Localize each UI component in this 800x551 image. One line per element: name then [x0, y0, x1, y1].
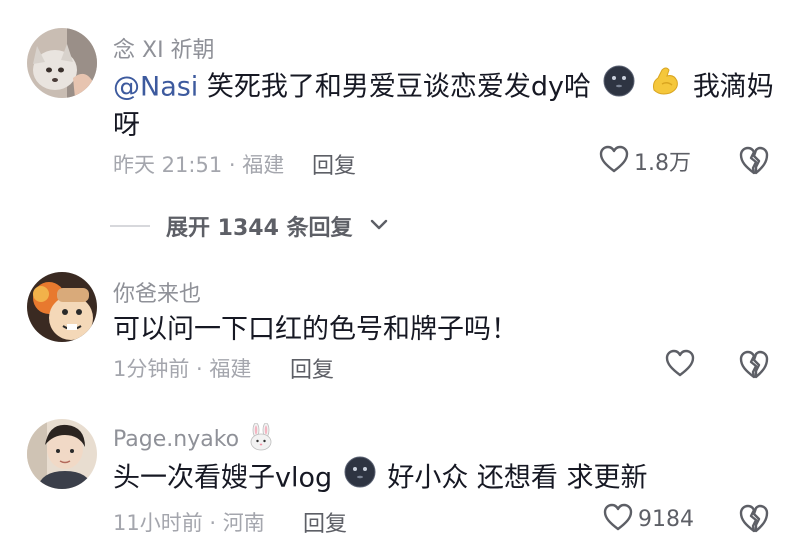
heart-icon [602, 502, 634, 536]
dislike-button[interactable] [737, 144, 771, 176]
username[interactable]: 念 XI 祈朝 [113, 32, 215, 64]
expand-replies-label: 展开 1344 条回复 [166, 216, 353, 241]
comment-text-line: 呀 [113, 110, 140, 141]
like-button[interactable]: 9184 [602, 502, 694, 536]
mention-link[interactable]: @Nasi [113, 72, 198, 103]
dark-face-emoji-icon [602, 64, 636, 112]
broken-heart-icon [737, 350, 771, 384]
comment-text-part: 笑死我了和男爱豆谈恋爱发dy哈 [206, 71, 592, 103]
comment-meta: 11小时前 · 河南 [113, 511, 265, 535]
like-count: 1.8万 [634, 151, 691, 176]
comment-text: 可以问一下口红的色号和牌子吗！ [113, 314, 518, 345]
like-button[interactable]: 1.8万 [598, 144, 691, 178]
like-button[interactable] [664, 348, 700, 382]
like-count: 9184 [638, 506, 694, 532]
divider [110, 225, 150, 227]
flexed-biceps-emoji-icon [648, 64, 682, 112]
comment-meta: 1分钟前 · 福建 [113, 357, 252, 381]
heart-icon [598, 144, 630, 178]
heart-icon [664, 348, 696, 382]
comment-text-part: 我滴妈 [692, 71, 774, 103]
dislike-button[interactable] [737, 348, 771, 380]
expand-replies-button[interactable]: 展开 1344 条回复 [110, 210, 389, 242]
reply-button[interactable]: 回复 [303, 506, 347, 538]
avatar[interactable] [27, 272, 97, 342]
reply-button[interactable]: 回复 [290, 352, 334, 384]
reply-button[interactable]: 回复 [312, 148, 356, 180]
comment-text: 头一次看嫂子vlog 好小众 还想看 求更新 [113, 455, 648, 503]
comment-text: @Nasi 笑死我了和男爱豆谈恋爱发dy哈 我滴妈 [113, 64, 774, 112]
comment-meta: 昨天 21:51 · 福建 [113, 153, 285, 177]
dark-face-emoji-icon [343, 455, 377, 503]
username[interactable]: 你爸来也 [113, 276, 201, 308]
avatar[interactable] [27, 419, 97, 489]
broken-heart-icon [737, 504, 771, 538]
avatar[interactable] [27, 28, 97, 98]
username-text: Page.nyako [113, 427, 240, 452]
rabbit-face-emoji-icon [248, 422, 274, 457]
username[interactable]: Page.nyako [113, 422, 276, 457]
dislike-button[interactable] [737, 502, 771, 534]
comment-text-part: 头一次看嫂子vlog [113, 462, 333, 494]
broken-heart-icon [737, 146, 771, 180]
chevron-down-icon [369, 217, 389, 236]
comment-text-part: 好小众 还想看 求更新 [387, 462, 648, 494]
